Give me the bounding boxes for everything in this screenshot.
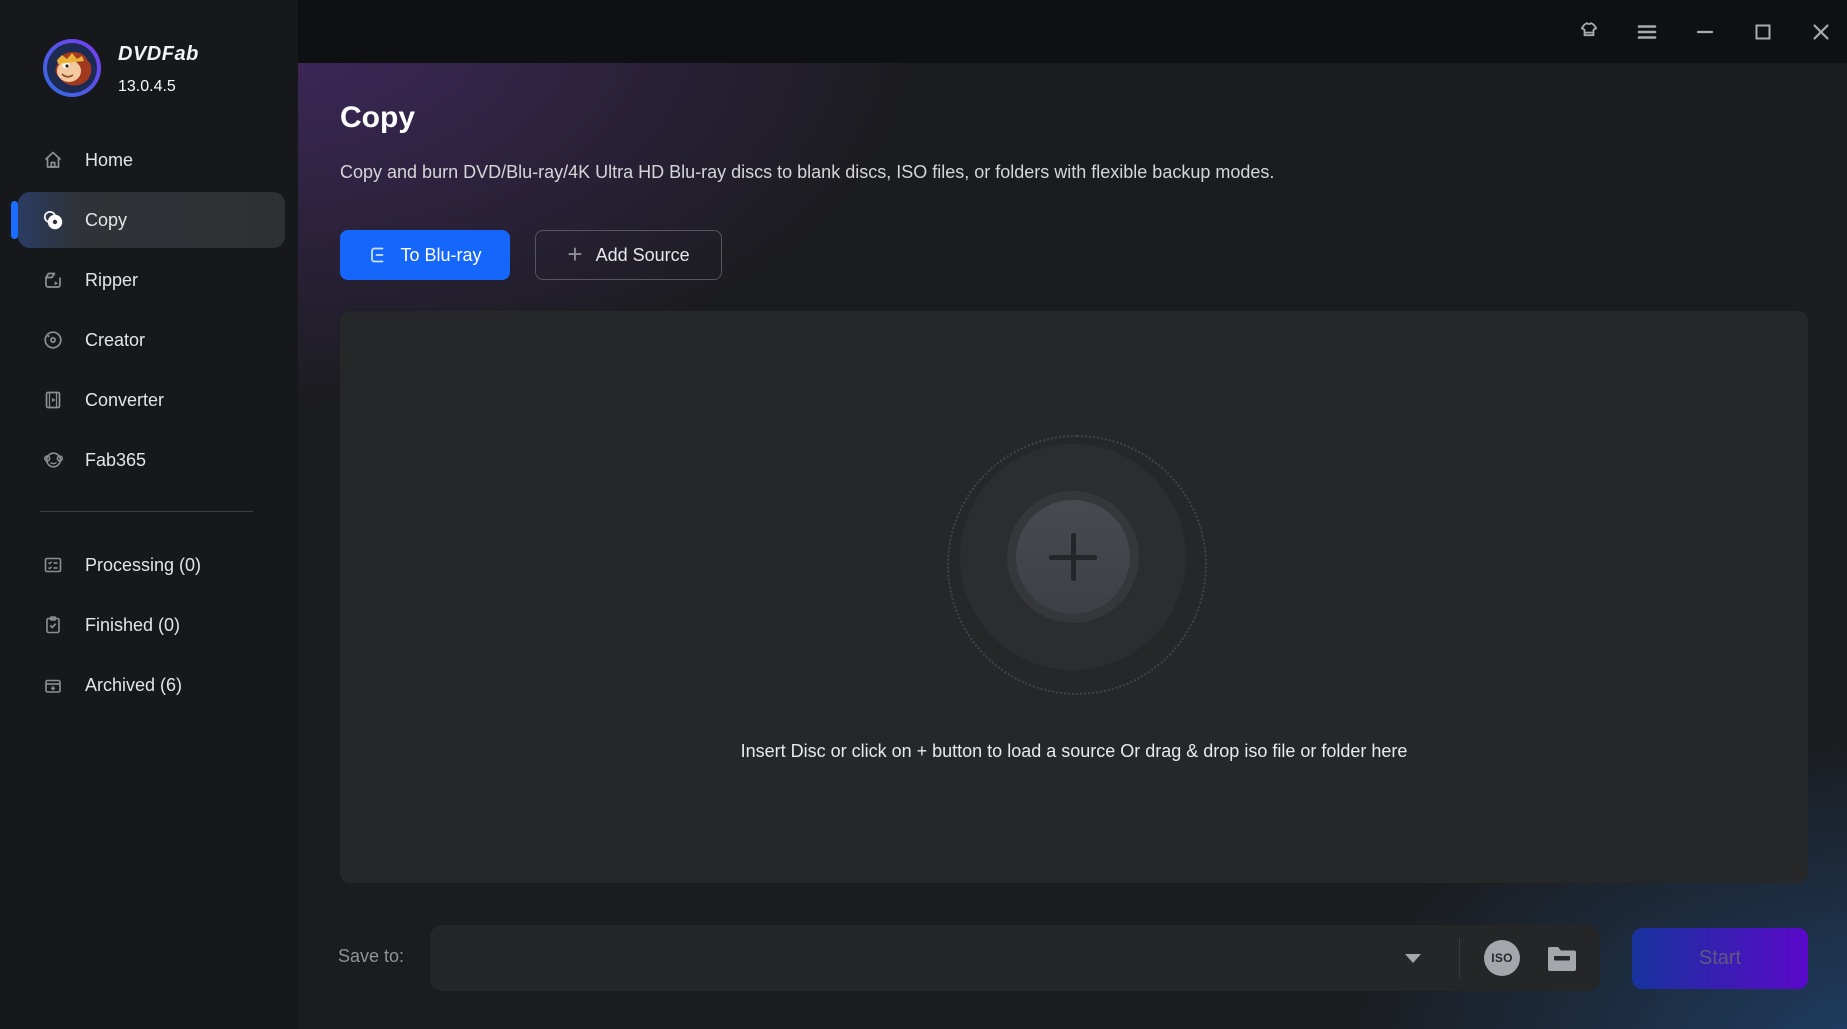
archived-box-icon [42, 674, 64, 696]
sidebar-item-label: Creator [85, 330, 145, 351]
sidebar-item-label: Processing (0) [85, 555, 201, 576]
sidebar-item-home[interactable]: Home [0, 130, 298, 190]
app-version: 13.0.4.5 [118, 78, 199, 96]
sidebar-item-label: Finished (0) [85, 615, 180, 636]
sidebar-item-label: Ripper [85, 270, 138, 291]
sidebar-item-processing[interactable]: Processing (0) [0, 535, 298, 595]
home-icon [42, 149, 64, 171]
skin-tshirt-icon[interactable] [1577, 20, 1601, 44]
converter-film-icon [42, 389, 64, 411]
finished-clipboard-icon [42, 614, 64, 636]
brand: DVDFab 13.0.4.5 [42, 38, 199, 98]
save-to-folder-button[interactable] [1544, 944, 1580, 974]
sidebar-item-label: Home [85, 150, 133, 171]
save-path-dropdown-icon[interactable] [1405, 954, 1421, 963]
page-title: Copy [340, 101, 415, 135]
sidebar-item-label: Copy [85, 210, 127, 231]
to-bluray-label: To Blu-ray [400, 245, 481, 266]
save-path-bar: ISO [430, 925, 1600, 991]
start-button[interactable]: Start [1632, 928, 1808, 989]
maximize-icon[interactable] [1751, 20, 1775, 44]
sidebar-divider [40, 511, 253, 512]
titlebar-controls [1577, 0, 1833, 63]
sidebar-item-creator[interactable]: Creator [0, 310, 298, 370]
save-as-iso-button[interactable]: ISO [1484, 940, 1520, 976]
to-bluray-button[interactable]: To Blu-ray [340, 230, 510, 280]
app-name: DVDFab [118, 43, 199, 66]
page-description: Copy and burn DVD/Blu-ray/4K Ultra HD Bl… [340, 162, 1274, 183]
sidebar-item-finished[interactable]: Finished (0) [0, 595, 298, 655]
close-icon[interactable] [1809, 20, 1833, 44]
sidebar-item-label: Fab365 [85, 450, 146, 471]
copy-disc-icon [42, 209, 64, 231]
iso-badge-label: ISO [1491, 951, 1513, 965]
sidebar-nav: Home Copy [0, 130, 298, 490]
save-to-label: Save to: [338, 946, 404, 967]
add-source-label: Add Source [596, 245, 690, 266]
sidebar-item-converter[interactable]: Converter [0, 370, 298, 430]
save-path-input[interactable] [448, 935, 1378, 981]
sidebar-item-copy[interactable]: Copy [0, 190, 298, 250]
sidebar-item-label: Converter [85, 390, 164, 411]
sidebar-item-label: Archived (6) [85, 675, 182, 696]
minimize-icon[interactable] [1693, 20, 1717, 44]
folder-icon [1545, 944, 1579, 974]
ripper-icon [42, 269, 64, 291]
processing-list-icon [42, 554, 64, 576]
fab365-monkey-icon [42, 449, 64, 471]
sidebar: DVDFab 13.0.4.5 Home [0, 0, 298, 1029]
titlebar[interactable] [298, 0, 1847, 63]
sidebar-item-fab365[interactable]: Fab365 [0, 430, 298, 490]
add-source-button[interactable]: + Add Source [535, 230, 722, 280]
save-bar-divider [1459, 938, 1460, 978]
brand-text: DVDFab 13.0.4.5 [118, 38, 199, 96]
load-source-plus-button[interactable] [1016, 500, 1130, 614]
dropzone-hint-text: Insert Disc or click on + button to load… [340, 741, 1808, 762]
dvdfab-logo-icon [42, 38, 102, 98]
sidebar-item-ripper[interactable]: Ripper [0, 250, 298, 310]
disc-tray-icon [368, 245, 388, 265]
plus-icon: + [567, 241, 582, 267]
plus-icon [1071, 533, 1076, 581]
creator-disc-icon [42, 329, 64, 351]
selected-indicator [11, 201, 18, 239]
source-dropzone[interactable]: Insert Disc or click on + button to load… [340, 311, 1808, 883]
dvdfab-window: DVDFab 13.0.4.5 Home [0, 0, 1847, 1029]
menu-icon[interactable] [1635, 20, 1659, 44]
sidebar-item-archived[interactable]: Archived (6) [0, 655, 298, 715]
sidebar-queue-nav: Processing (0) Finished (0) [0, 535, 298, 715]
